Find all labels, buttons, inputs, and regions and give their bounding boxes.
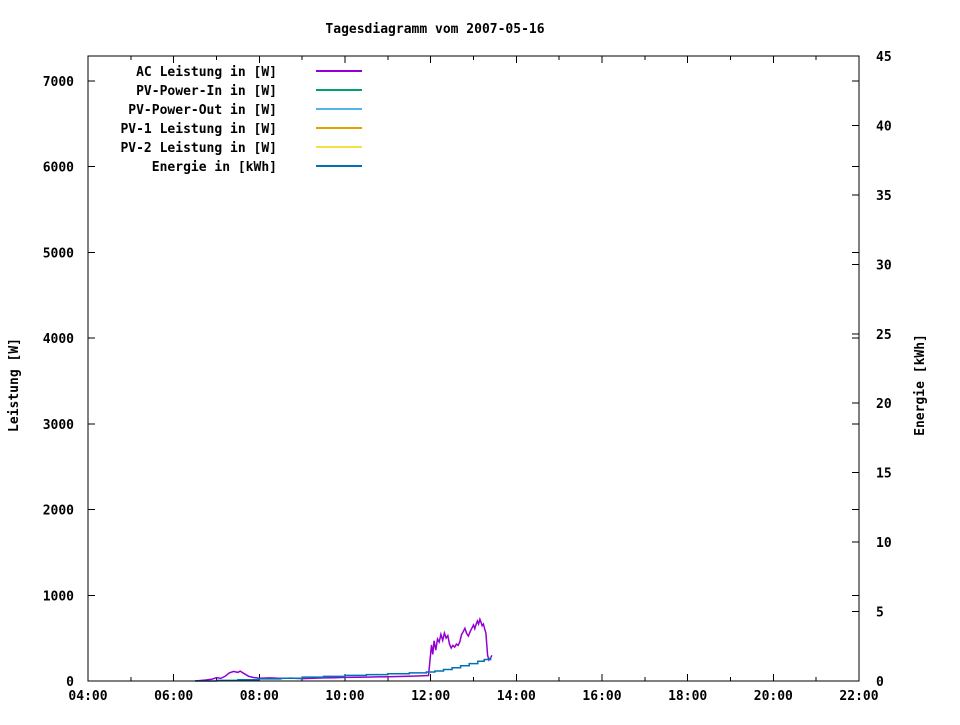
legend-label: AC Leistung in [W] <box>136 65 277 80</box>
x-tick-label: 12:00 <box>411 689 450 704</box>
x-tick-label: 20:00 <box>754 689 793 704</box>
y-left-tick-label: 5000 <box>43 246 74 261</box>
legend-label: PV-1 Leistung in [W] <box>120 122 277 137</box>
y-right-tick-label: 0 <box>876 675 884 690</box>
tagesdiagramm-chart: Tagesdiagramm vom 2007-05-16 Leistung [W… <box>0 0 960 720</box>
x-tick-label: 18:00 <box>668 689 707 704</box>
legend-label: Energie in [kWh] <box>152 160 277 175</box>
right-axis-label: Energie [kWh] <box>913 334 928 436</box>
legend-label: PV-Power-Out in [W] <box>128 103 277 118</box>
y-left-tick-label: 6000 <box>43 161 74 176</box>
y-right-tick-label: 20 <box>876 397 892 412</box>
y-right-tick-label: 40 <box>876 119 892 134</box>
y-left-tick-label: 7000 <box>43 75 74 90</box>
chart-title: Tagesdiagramm vom 2007-05-16 <box>325 22 544 37</box>
x-tick-label: 08:00 <box>240 689 279 704</box>
y-right-tick-label: 5 <box>876 606 884 621</box>
legend-label: PV-2 Leistung in [W] <box>120 141 277 156</box>
left-axis-label: Leistung [W] <box>7 338 22 432</box>
x-tick-label: 14:00 <box>497 689 536 704</box>
chart-page: Tagesdiagramm vom 2007-05-16 Leistung [W… <box>0 0 960 720</box>
y-right-tick-label: 15 <box>876 467 892 482</box>
x-tick-label: 10:00 <box>325 689 364 704</box>
x-tick-label: 06:00 <box>154 689 193 704</box>
y-right-tick-label: 30 <box>876 258 892 273</box>
y-left-tick-label: 3000 <box>43 418 74 433</box>
y-left-tick-label: 1000 <box>43 589 74 604</box>
y-right-tick-label: 45 <box>876 50 892 65</box>
x-tick-label: 16:00 <box>582 689 621 704</box>
legend-label: PV-Power-In in [W] <box>136 84 277 99</box>
x-tick-label: 22:00 <box>839 689 878 704</box>
y-right-tick-label: 25 <box>876 328 892 343</box>
y-left-tick-label: 2000 <box>43 504 74 519</box>
y-left-tick-label: 4000 <box>43 332 74 347</box>
y-right-tick-label: 35 <box>876 189 892 204</box>
x-tick-label: 04:00 <box>68 689 107 704</box>
y-left-tick-label: 0 <box>66 675 74 690</box>
y-right-tick-label: 10 <box>876 536 892 551</box>
